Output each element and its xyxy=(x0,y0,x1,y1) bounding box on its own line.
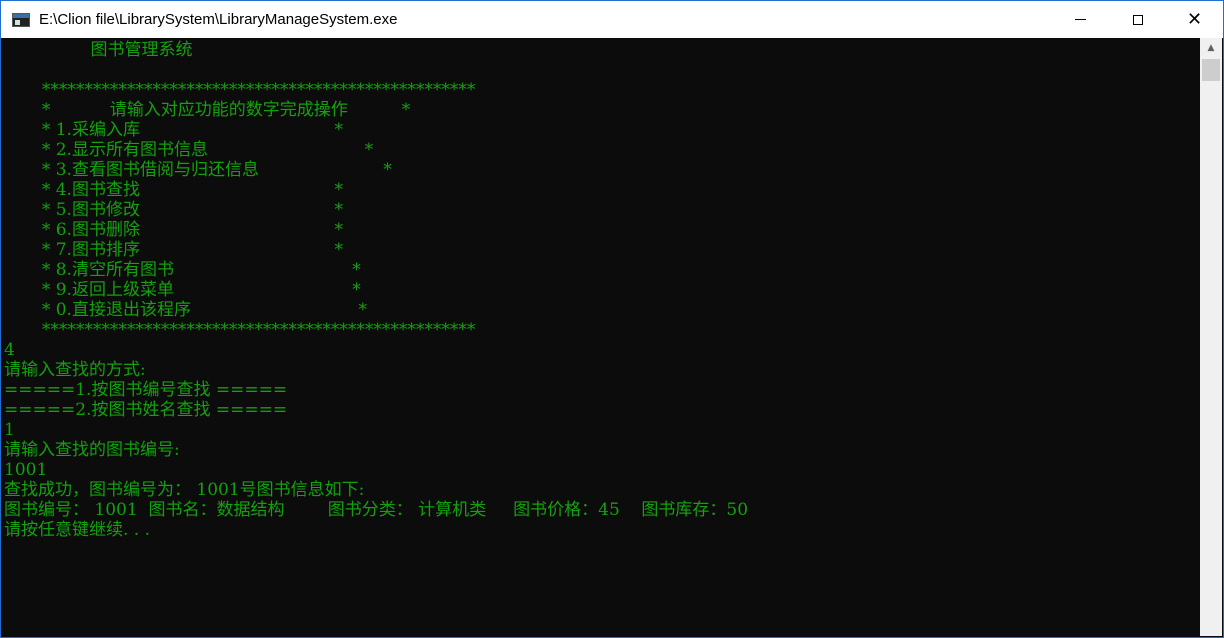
console-line: 1001 xyxy=(4,460,48,480)
console-line: * 5.图书修改 * xyxy=(4,200,343,220)
console-line: * 8.清空所有图书 * xyxy=(4,260,361,280)
console-line: 请按任意键继续. . . xyxy=(4,520,151,540)
console-output[interactable]: 图书管理系统 *********************************… xyxy=(1,38,1201,637)
console-line: * 0.直接退出该程序 * xyxy=(4,300,367,320)
console-line: * 6.图书删除 * xyxy=(4,220,343,240)
console-line: 图书管理系统 xyxy=(4,40,193,60)
close-button[interactable]: ✕ xyxy=(1166,1,1223,38)
console-line: 请输入查找的图书编号: xyxy=(4,440,180,460)
vertical-scrollbar[interactable]: ▲ xyxy=(1200,38,1222,636)
console-line: 1 xyxy=(4,420,15,440)
console-line: =====2.按图书姓名查找 ===== xyxy=(4,400,288,420)
minimize-icon xyxy=(1075,19,1086,20)
console-line: 查找成功，图书编号为： 1001号图书信息如下: xyxy=(4,480,365,500)
console-line: ****************************************… xyxy=(4,80,476,100)
close-icon: ✕ xyxy=(1186,9,1203,30)
title-bar[interactable]: E:\Clion file\LibrarySystem\LibraryManag… xyxy=(1,1,1223,38)
maximize-button[interactable] xyxy=(1109,1,1166,38)
console-line: 图书编号： 1001 图书名：数据结构 图书分类： 计算机类 图书价格：45 图… xyxy=(4,500,749,520)
console-line: * 4.图书查找 * xyxy=(4,180,343,200)
console-app-icon[interactable] xyxy=(12,12,30,27)
maximize-icon xyxy=(1132,14,1143,25)
console-line: * 3.查看图书借阅与归还信息 * xyxy=(4,160,392,180)
console-line: * 请输入对应功能的数字完成操作 * xyxy=(4,100,411,120)
scroll-thumb[interactable] xyxy=(1202,59,1220,81)
console-line: * 7.图书排序 * xyxy=(4,240,343,260)
console-line: 请输入查找的方式: xyxy=(4,360,146,380)
console-line: * 2.显示所有图书信息 * xyxy=(4,140,374,160)
console-line: 4 xyxy=(4,340,15,360)
console-line: * 1.采编入库 * xyxy=(4,120,343,140)
scroll-up-arrow-icon[interactable]: ▲ xyxy=(1200,38,1222,58)
caption-buttons: ✕ xyxy=(1052,1,1223,38)
minimize-button[interactable] xyxy=(1052,1,1109,38)
console-line: ****************************************… xyxy=(4,320,476,340)
console-line: * 9.返回上级菜单 * xyxy=(4,280,361,300)
console-line: =====1.按图书编号查找 ===== xyxy=(4,380,288,400)
console-window: E:\Clion file\LibrarySystem\LibraryManag… xyxy=(0,0,1224,638)
window-title: E:\Clion file\LibrarySystem\LibraryManag… xyxy=(39,11,398,28)
